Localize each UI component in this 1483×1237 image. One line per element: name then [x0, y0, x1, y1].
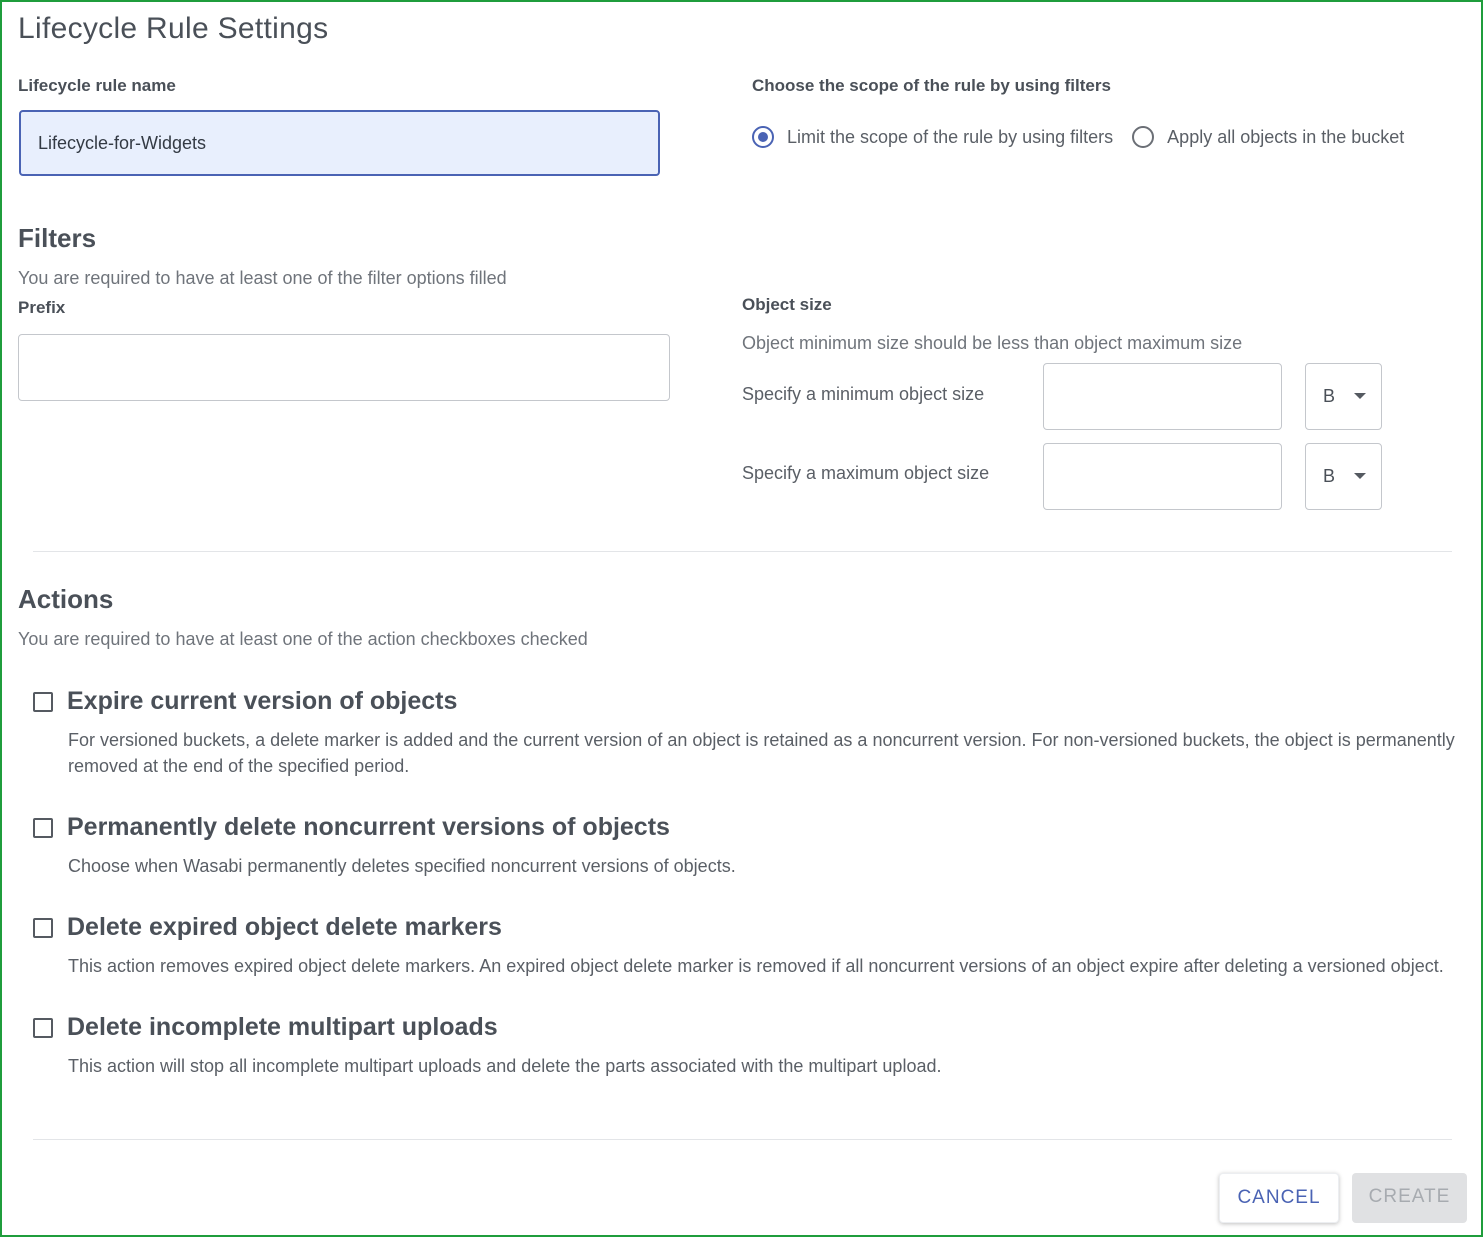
action-title-delete-noncurrent: Permanently delete noncurrent versions o…: [67, 813, 670, 841]
rule-name-input[interactable]: Lifecycle-for-Widgets: [19, 110, 660, 176]
action-desc-expire-current-line2: removed at the end of the specified peri…: [68, 756, 410, 776]
checkbox-delete-noncurrent[interactable]: [33, 818, 53, 838]
min-size-input[interactable]: [1043, 363, 1282, 430]
dropdown-caret-icon: [1354, 393, 1366, 399]
radio-unselected-icon[interactable]: [1132, 126, 1155, 148]
actions-heading: Actions: [18, 584, 114, 614]
filters-heading: Filters: [18, 223, 97, 253]
min-size-label: Specify a minimum object size: [742, 384, 985, 404]
object-size-label: Object size: [742, 295, 832, 314]
scope-option-all-label: Apply all objects in the bucket: [1167, 126, 1405, 147]
prefix-input[interactable]: [18, 334, 670, 401]
max-size-unit-value: B: [1323, 466, 1336, 486]
min-size-unit-value: B: [1323, 386, 1336, 406]
create-button[interactable]: CREATE: [1352, 1173, 1467, 1223]
object-size-hint: Object minimum size should be less than …: [742, 333, 1243, 353]
action-desc-delete-expired-markers: This action removes expired object delet…: [68, 956, 1444, 976]
action-title-delete-incomplete-multipart: Delete incomplete multipart uploads: [67, 1013, 498, 1041]
dropdown-caret-icon: [1354, 473, 1366, 479]
checkbox-delete-expired-markers[interactable]: [33, 918, 53, 938]
min-size-unit-select[interactable]: B: [1305, 363, 1382, 430]
footer-divider: [33, 1139, 1452, 1140]
scope-option-limit[interactable]: Limit the scope of the rule by using fil…: [752, 126, 1113, 148]
checkbox-expire-current[interactable]: [33, 692, 53, 712]
section-divider: [33, 551, 1452, 552]
scope-option-limit-label: Limit the scope of the rule by using fil…: [787, 126, 1114, 147]
dialog-frame: [0, 0, 1483, 1237]
filters-hint: You are required to have at least one of…: [18, 268, 507, 288]
action-desc-delete-noncurrent: Choose when Wasabi permanently deletes s…: [68, 856, 736, 876]
prefix-label: Prefix: [18, 298, 66, 317]
action-title-expire-current: Expire current version of objects: [67, 687, 458, 715]
cancel-button[interactable]: CANCEL: [1219, 1173, 1339, 1223]
checkbox-delete-incomplete-multipart[interactable]: [33, 1018, 53, 1038]
max-size-label: Specify a maximum object size: [742, 463, 990, 483]
action-title-delete-expired-markers: Delete expired object delete markers: [67, 913, 502, 941]
max-size-unit-select[interactable]: B: [1305, 443, 1382, 510]
scope-radio-group: Limit the scope of the rule by using fil…: [752, 124, 1404, 150]
max-size-input[interactable]: [1043, 443, 1282, 510]
action-desc-delete-incomplete-multipart: This action will stop all incomplete mul…: [68, 1056, 942, 1076]
dialog-title: Lifecycle Rule Settings: [18, 12, 329, 45]
action-desc-expire-current-line1: For versioned buckets, a delete marker i…: [68, 730, 1455, 750]
radio-selected-icon[interactable]: [752, 126, 774, 148]
scope-label: Choose the scope of the rule by using fi…: [752, 76, 1111, 95]
scope-option-all[interactable]: Apply all objects in the bucket: [1132, 126, 1404, 148]
rule-name-label: Lifecycle rule name: [18, 76, 176, 95]
actions-hint: You are required to have at least one of…: [18, 629, 588, 649]
